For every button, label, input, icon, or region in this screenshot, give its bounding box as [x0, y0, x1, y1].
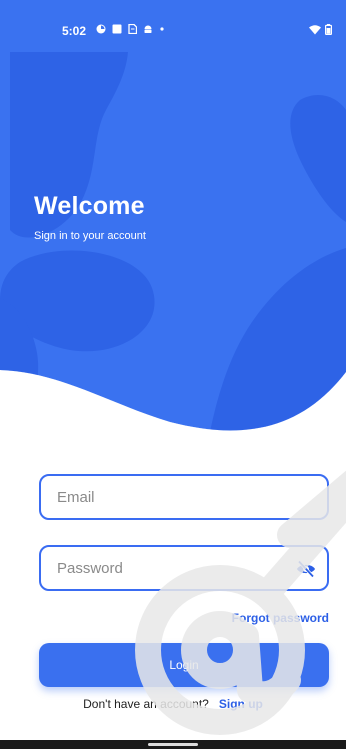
square-notification-icon	[112, 24, 122, 34]
battery-icon	[325, 24, 332, 35]
login-button[interactable]: Login	[39, 643, 329, 687]
dot-icon	[160, 27, 164, 31]
hero-background	[0, 52, 346, 431]
wifi-icon	[309, 24, 321, 34]
login-screen: 5:02 Welcome Sign in to your account Ema…	[0, 0, 346, 749]
status-notification-icons	[96, 24, 165, 34]
status-time: 5:02	[62, 24, 87, 38]
status-system-icons	[309, 24, 332, 35]
eye-off-icon	[297, 560, 315, 578]
signup-link[interactable]: Sign up	[219, 697, 263, 711]
password-field-container	[39, 545, 329, 591]
data-saver-icon	[96, 24, 106, 34]
page-subtitle: Sign in to your account	[34, 230, 146, 242]
document-icon	[128, 24, 137, 34]
email-field-container	[39, 474, 329, 520]
password-visibility-toggle[interactable]	[293, 556, 319, 582]
status-bar: 5:02	[0, 0, 346, 52]
hero-banner: Welcome Sign in to your account	[0, 52, 346, 452]
signup-row: Don't have an account? Sign up	[0, 697, 346, 711]
android-icon	[144, 25, 152, 33]
page-title: Welcome	[34, 192, 145, 220]
password-input[interactable]	[41, 547, 327, 589]
signup-prompt: Don't have an account?	[83, 697, 209, 711]
email-input[interactable]	[41, 476, 327, 518]
home-gesture-handle[interactable]	[148, 743, 198, 746]
forgot-password-link[interactable]: Forgot password	[232, 611, 329, 625]
